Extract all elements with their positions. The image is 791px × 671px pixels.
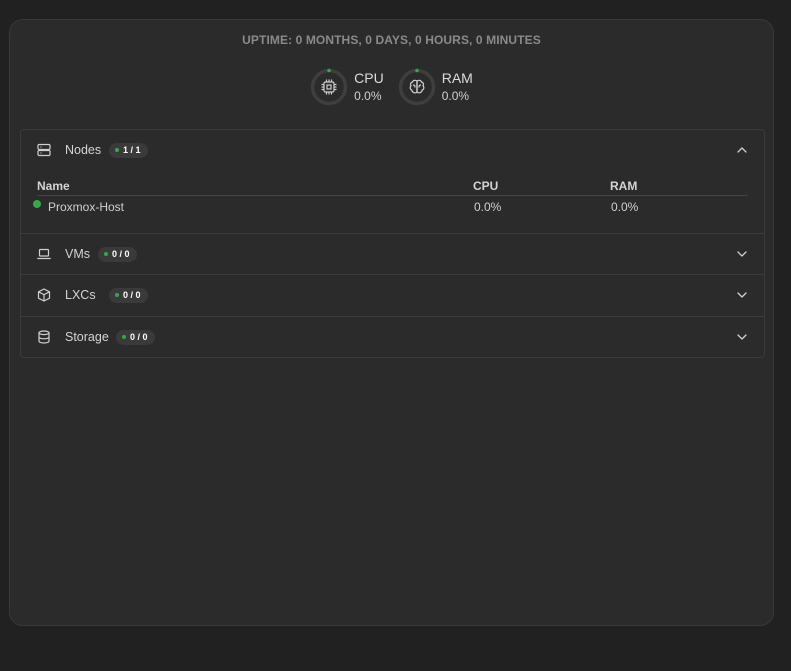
ram-gauge-value: 0.0% bbox=[441, 89, 470, 103]
storage-count-badge: 0 / 0 bbox=[116, 329, 155, 345]
storage-section-title: Storage bbox=[65, 330, 109, 344]
status-dot bbox=[115, 293, 119, 297]
status-dot bbox=[104, 252, 108, 256]
cpu-gauge: CPU 0.0% bbox=[310, 68, 384, 106]
vms-count-badge: 0 / 0 bbox=[98, 246, 137, 262]
nodes-count-badge: 1 / 1 bbox=[109, 142, 148, 158]
ram-gauge: RAM 0.0% bbox=[398, 68, 473, 106]
ram-gauge-label: RAM bbox=[441, 70, 473, 86]
table-row: Proxmox-Host 0.0% 0.0% bbox=[33, 200, 748, 216]
vms-section-header[interactable]: VMs 0 / 0 bbox=[21, 234, 764, 274]
nodes-count-text: 1 / 1 bbox=[123, 145, 141, 155]
nodes-section-title: Nodes bbox=[65, 143, 102, 157]
chevron-down-icon[interactable] bbox=[736, 332, 748, 342]
cpu-chip-icon bbox=[321, 79, 337, 95]
resource-gauges: CPU 0.0% RAM 0.0% bbox=[10, 68, 773, 106]
lxcs-section-header[interactable]: LXCs 0 / 0 bbox=[21, 275, 764, 315]
vms-section: VMs 0 / 0 bbox=[21, 234, 764, 274]
nodes-table-header: Name CPU RAM bbox=[37, 179, 748, 196]
uptime-text: UPTIME: 0 MONTHS, 0 DAYS, 0 HOURS, 0 MIN… bbox=[242, 33, 541, 47]
storage-section-header[interactable]: Storage 0 / 0 bbox=[21, 317, 764, 357]
column-header-ram: RAM bbox=[610, 179, 638, 193]
server-icon bbox=[37, 143, 51, 157]
brain-icon bbox=[409, 79, 425, 94]
ram-gauge-ring bbox=[398, 68, 436, 106]
chevron-down-icon[interactable] bbox=[736, 249, 748, 259]
chevron-down-icon[interactable] bbox=[736, 290, 748, 300]
node-status-dot bbox=[33, 200, 41, 208]
cpu-gauge-ring bbox=[310, 68, 348, 106]
lxcs-count-text: 0 / 0 bbox=[123, 290, 141, 300]
nodes-section: Nodes 1 / 1 Name CPU RAM Proxmox-Host 0.… bbox=[21, 130, 764, 233]
chevron-up-icon[interactable] bbox=[736, 145, 748, 155]
cpu-gauge-label: CPU bbox=[354, 70, 384, 86]
node-ram-value: 0.0% bbox=[611, 200, 639, 214]
vms-section-title: VMs bbox=[65, 247, 90, 261]
vms-count-text: 0 / 0 bbox=[112, 249, 130, 259]
lxcs-section-title: LXCs bbox=[65, 288, 96, 302]
status-dot bbox=[122, 335, 126, 339]
node-cpu-value: 0.0% bbox=[474, 200, 502, 214]
lxcs-count-badge: 0 / 0 bbox=[109, 287, 148, 303]
proxmox-widget-card: UPTIME: 0 MONTHS, 0 DAYS, 0 HOURS, 0 MIN… bbox=[9, 19, 774, 626]
box-icon bbox=[37, 288, 51, 302]
storage-section: Storage 0 / 0 bbox=[21, 317, 764, 358]
cpu-gauge-value: 0.0% bbox=[354, 89, 382, 103]
node-name: Proxmox-Host bbox=[48, 200, 125, 214]
nodes-section-header[interactable]: Nodes 1 / 1 bbox=[21, 130, 764, 170]
resource-accordion: Nodes 1 / 1 Name CPU RAM Proxmox-Host 0.… bbox=[20, 129, 765, 358]
lxcs-section: LXCs 0 / 0 bbox=[21, 275, 764, 316]
laptop-icon bbox=[37, 248, 51, 260]
column-header-cpu: CPU bbox=[473, 179, 499, 193]
storage-count-text: 0 / 0 bbox=[130, 332, 148, 342]
status-dot bbox=[115, 148, 119, 152]
column-header-name: Name bbox=[37, 179, 70, 193]
database-icon bbox=[38, 330, 50, 344]
